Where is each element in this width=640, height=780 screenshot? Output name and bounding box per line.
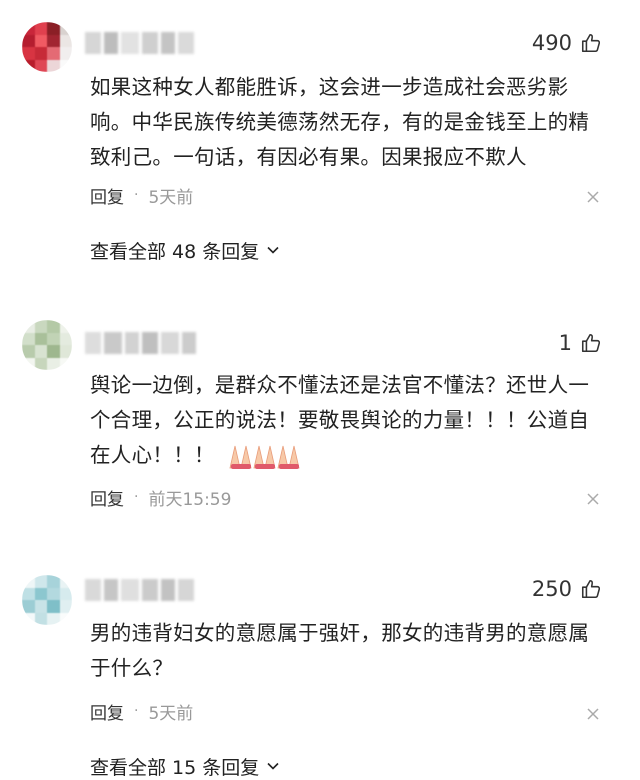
comment-meta: 回复 · 5天前 (90, 182, 193, 208)
timestamp: 5天前 (148, 703, 194, 724)
comment-text-body: 舆论一边倒，是群众不懂法还是法官不懂法？还世人一个合理，公正的说法！要敬畏舆论的… (90, 373, 590, 467)
like-button[interactable]: 490 (532, 28, 602, 58)
username-blurred[interactable] (85, 32, 194, 54)
comment-meta: 回复 · 前天15:59 (90, 484, 231, 510)
comment-item: 490 如果这种女人都能胜诉，这会进一步造成社会恶劣影响。中华民族传统美德荡然无… (0, 0, 640, 270)
close-icon[interactable] (586, 492, 600, 506)
like-button[interactable]: 250 (532, 574, 602, 604)
reply-button[interactable]: 回复 (90, 183, 124, 208)
avatar[interactable] (22, 320, 72, 370)
reply-button[interactable]: 回复 (90, 485, 124, 510)
view-replies-label: 查看全部 15 条回复 (90, 756, 260, 779)
like-button[interactable]: 1 (559, 328, 602, 358)
reply-button[interactable]: 回复 (90, 699, 124, 724)
timestamp: 5天前 (148, 187, 194, 208)
view-replies-label: 查看全部 48 条回复 (90, 240, 260, 263)
close-icon[interactable] (586, 707, 600, 721)
comment-text: 舆论一边倒，是群众不懂法还是法官不懂法？还世人一个合理，公正的说法！要敬畏舆论的… (90, 368, 600, 473)
separator-dot: · (134, 489, 139, 505)
thumbs-up-icon (581, 33, 601, 53)
comment-item: 1 舆论一边倒，是群众不懂法还是法官不懂法？还世人一个合理，公正的说法！要敬畏舆… (0, 300, 640, 540)
like-count: 250 (531, 577, 572, 601)
thumbs-up-icon (581, 579, 601, 599)
like-count: 490 (531, 31, 572, 55)
username-blurred[interactable] (85, 332, 196, 354)
comment-item: 250 男的违背妇女的意愿属于强奸，那女的违背男的意愿属于什么？ 回复 · 5天… (0, 555, 640, 779)
timestamp: 前天15:59 (148, 489, 232, 510)
avatar[interactable] (22, 22, 72, 72)
praying-hands-emoji (229, 445, 300, 469)
avatar[interactable] (22, 575, 72, 625)
username-blurred[interactable] (85, 579, 194, 601)
separator-dot: · (134, 703, 139, 719)
close-icon[interactable] (586, 190, 600, 204)
comment-meta: 回复 · 5天前 (90, 698, 193, 724)
separator-dot: · (134, 187, 139, 203)
chevron-down-icon (267, 246, 279, 254)
comment-text: 男的违背妇女的意愿属于强奸，那女的违背男的意愿属于什么？ (90, 621, 590, 680)
thumbs-up-icon (581, 333, 601, 353)
comment-text: 如果这种女人都能胜诉，这会进一步造成社会恶劣影响。中华民族传统美德荡然无存，有的… (90, 75, 590, 169)
view-all-replies-button[interactable]: 查看全部 15 条回复 (90, 752, 280, 780)
chevron-down-icon (267, 762, 279, 770)
view-all-replies-button[interactable]: 查看全部 48 条回复 (90, 236, 280, 264)
like-count: 1 (558, 331, 572, 355)
